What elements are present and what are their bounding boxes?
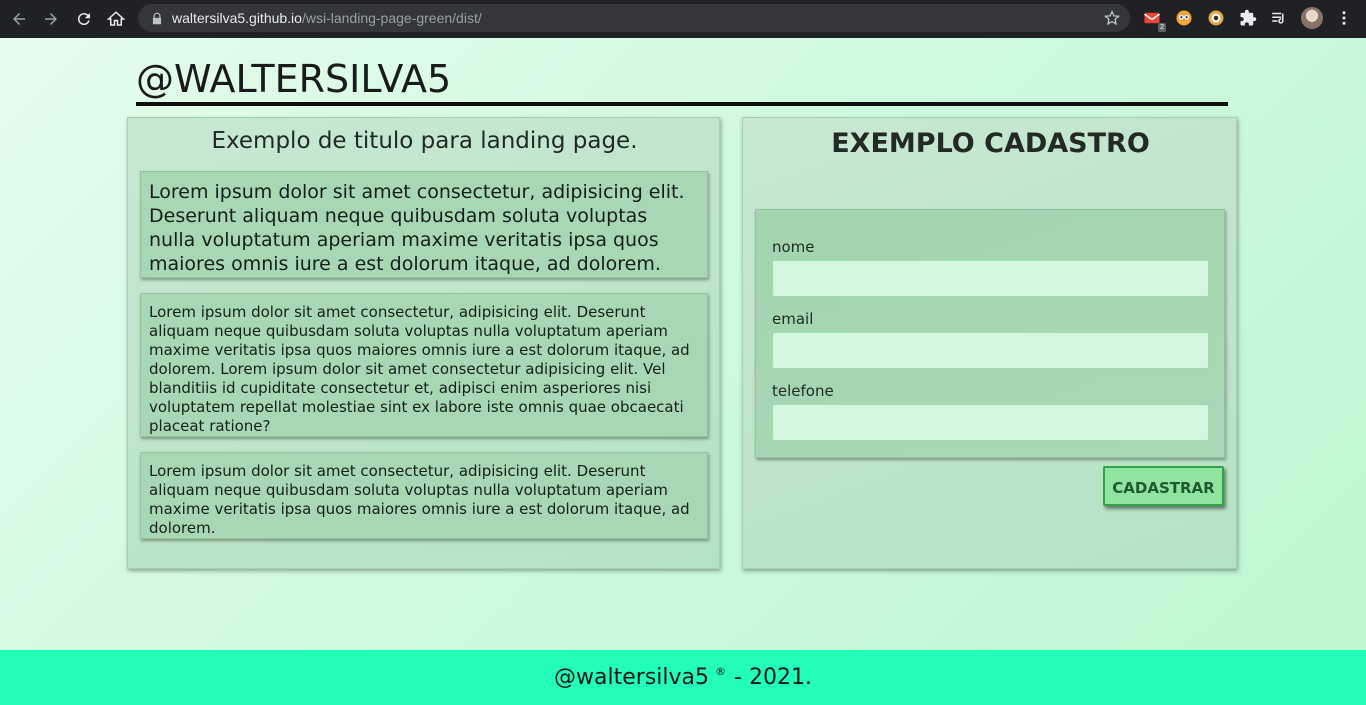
gmail-icon[interactable]: 2 bbox=[1141, 7, 1166, 32]
signup-panel: EXEMPLO CADASTRO nome email telefone CAD… bbox=[742, 117, 1237, 569]
email-input[interactable] bbox=[772, 332, 1209, 369]
avatar[interactable] bbox=[1301, 7, 1323, 29]
submit-button[interactable]: CADASTRAR bbox=[1103, 466, 1224, 506]
content-panel: Exemplo de titulo para landing page. Lor… bbox=[127, 117, 720, 569]
eyes-extension-icon[interactable] bbox=[1173, 7, 1195, 29]
form-title: EXEMPLO CADASTRO bbox=[831, 128, 1150, 159]
lock-icon bbox=[150, 11, 164, 25]
name-input[interactable] bbox=[772, 260, 1209, 297]
reading-list-icon[interactable] bbox=[1268, 7, 1290, 29]
footer-handle: @waltersilva5 bbox=[554, 665, 710, 690]
browser-toolbar: waltersilva5.github.io/wsi-landing-page-… bbox=[0, 0, 1366, 38]
page-body: @WALTERSILVA5 Exemplo de titulo para lan… bbox=[0, 38, 1366, 650]
footer-year: - 2021. bbox=[734, 665, 812, 690]
home-icon[interactable] bbox=[100, 3, 132, 35]
phone-input[interactable] bbox=[772, 404, 1209, 441]
footer: @waltersilva5 ® - 2021. bbox=[0, 650, 1366, 705]
text-card: Lorem ipsum dolor sit amet consectetur, … bbox=[140, 171, 708, 278]
text-card: Lorem ipsum dolor sit amet consectetur, … bbox=[140, 452, 708, 539]
forward-icon[interactable] bbox=[35, 3, 67, 35]
site-title: @WALTERSILVA5 bbox=[136, 58, 1228, 106]
address-bar[interactable]: waltersilva5.github.io/wsi-landing-page-… bbox=[138, 4, 1130, 32]
signup-form: nome email telefone bbox=[755, 209, 1225, 458]
url-text: waltersilva5.github.io/wsi-landing-page-… bbox=[172, 10, 482, 26]
email-label: email bbox=[772, 310, 814, 328]
text-card: Lorem ipsum dolor sit amet consectetur, … bbox=[140, 293, 708, 437]
puzzle-icon[interactable] bbox=[1237, 7, 1259, 29]
url-path: /wsi-landing-page-green/dist/ bbox=[301, 10, 482, 26]
registered-mark: ® bbox=[715, 665, 727, 678]
star-icon[interactable] bbox=[1103, 10, 1121, 26]
landing-title: Exemplo de titulo para landing page. bbox=[211, 128, 638, 154]
extension-badge: 2 bbox=[1158, 23, 1166, 32]
menu-icon[interactable] bbox=[1333, 7, 1355, 29]
back-icon[interactable] bbox=[3, 3, 35, 35]
owl-extension-icon[interactable] bbox=[1205, 7, 1227, 29]
phone-label: telefone bbox=[772, 382, 834, 400]
reload-icon[interactable] bbox=[68, 3, 100, 35]
url-host: waltersilva5.github.io bbox=[172, 10, 302, 26]
name-label: nome bbox=[772, 238, 815, 256]
